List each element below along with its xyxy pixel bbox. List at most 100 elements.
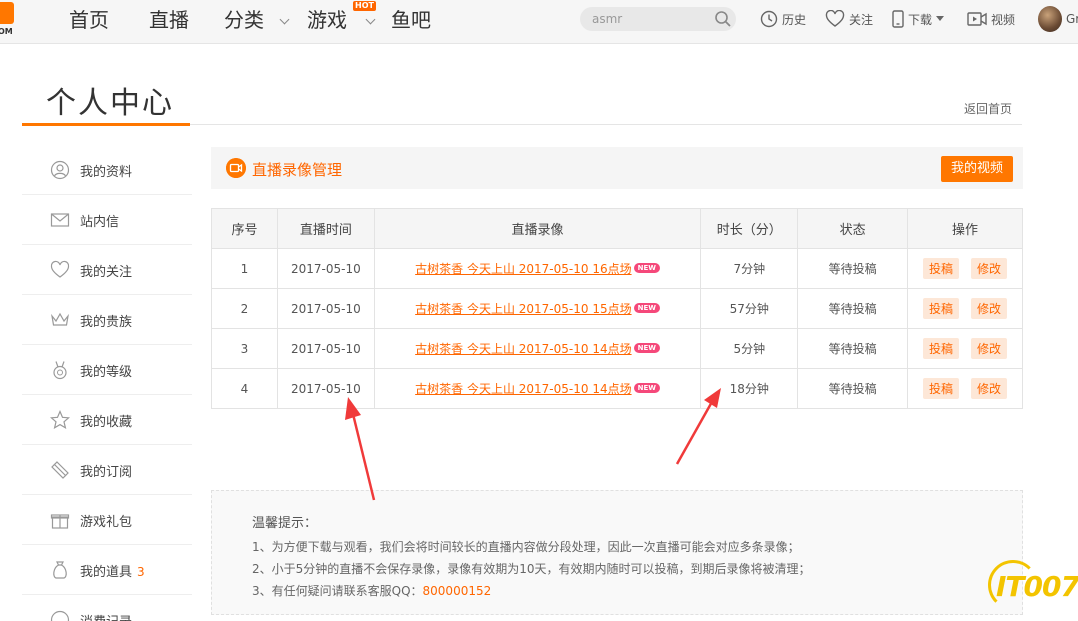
edit-button[interactable]: 修改	[971, 338, 1008, 359]
sidebar-item-level[interactable]: 我的等级	[22, 345, 192, 395]
sidebar-item-nobility[interactable]: 我的贵族	[22, 295, 192, 345]
row-date: 2017-05-10	[276, 288, 375, 329]
header-live-time: 直播时间	[276, 208, 375, 249]
search-input[interactable]	[592, 10, 702, 28]
panel-title: 直播录像管理	[252, 161, 343, 179]
sidebar-item-follows[interactable]: 我的关注	[22, 245, 192, 295]
table-row: 2 2017-05-10 古树茶香 今天上山 2017-05-10 15点场 NE…	[211, 288, 1023, 329]
record-icon	[50, 610, 70, 621]
nav-category[interactable]: 分类	[224, 6, 264, 34]
nav-games[interactable]: 游戏	[307, 6, 347, 34]
video-record-icon	[226, 158, 246, 178]
recording-link[interactable]: 古树茶香 今天上山 2017-05-10 14点场	[415, 342, 631, 356]
edit-button[interactable]: 修改	[971, 298, 1008, 319]
video-label: 视频	[991, 12, 1016, 27]
row-duration: 5分钟	[700, 328, 799, 369]
recording-link[interactable]: 古树茶香 今天上山 2017-05-10 14点场	[415, 382, 631, 396]
bag-icon	[53, 561, 67, 579]
user-icon	[50, 160, 70, 180]
tips-line-3-text: 3、有任何疑问请联系客服QQ：	[252, 584, 423, 598]
title-accent-bar	[22, 123, 190, 126]
row-status: 等待投稿	[797, 368, 909, 409]
star-icon	[50, 410, 70, 430]
submit-button[interactable]: 投稿	[923, 338, 960, 359]
sidebar-item-favorites[interactable]: 我的收藏	[22, 395, 192, 445]
site-logo[interactable]: OM	[0, 0, 14, 44]
row-recording: 古树茶香 今天上山 2017-05-10 15点场 NEW	[373, 288, 702, 329]
download-button[interactable]: 下载	[892, 9, 945, 29]
row-duration: 7分钟	[700, 248, 799, 289]
back-home-link[interactable]: 返回首页	[964, 100, 1012, 117]
video-button[interactable]: 视频	[967, 9, 1015, 29]
submit-button[interactable]: 投稿	[923, 258, 960, 279]
subscribe-icon	[51, 461, 69, 479]
medal-icon	[53, 361, 67, 380]
logo-subtext: OM	[0, 27, 13, 36]
table-row: 4 2017-05-10 古树茶香 今天上山 2017-05-10 14点场 NE…	[211, 368, 1023, 409]
sidebar-item-label: 我的关注	[80, 265, 133, 280]
nav-home[interactable]: 首页	[69, 6, 109, 34]
sidebar-item-profile[interactable]: 我的资料	[22, 145, 192, 195]
header-index: 序号	[211, 208, 278, 249]
user-name[interactable]: Gr	[1066, 12, 1078, 26]
sidebar-item-label: 我的订阅	[80, 465, 133, 480]
history-label: 历史	[782, 12, 807, 27]
follow-button[interactable]: 关注	[825, 9, 873, 29]
row-actions: 投稿 修改	[907, 328, 1023, 369]
support-qq[interactable]: 800000152	[423, 584, 492, 598]
submit-button[interactable]: 投稿	[923, 298, 960, 319]
sidebar-item-label: 消费记录	[80, 611, 132, 621]
header-status: 状态	[797, 208, 909, 249]
my-video-button[interactable]: 我的视频	[941, 156, 1013, 182]
top-navbar: OM 首页 直播 分类 游戏 HOT 鱼吧 历史 关注 下载	[0, 0, 1078, 44]
tips-box: 温馨提示： 1、为方便下载与观看，我们会将时间较长的直播内容做分段处理，因此一次…	[211, 490, 1023, 615]
search-box	[580, 7, 736, 31]
sidebar-item-subscriptions[interactable]: 我的订阅	[22, 445, 192, 495]
recordings-table: 序号 直播时间 直播录像 时长（分） 状态 操作 1 2017-05-10 古树…	[211, 208, 1023, 409]
sidebar-item-props[interactable]: 我的道具 3	[22, 545, 192, 595]
table-row: 3 2017-05-10 古树茶香 今天上山 2017-05-10 14点场 NE…	[211, 328, 1023, 369]
page-title: 个人中心	[46, 86, 174, 121]
heart-icon	[50, 260, 70, 278]
chevron-down-icon[interactable]	[365, 14, 376, 25]
logo-mark	[0, 2, 14, 24]
sidebar: 我的资料 站内信 我的关注 我的贵族 我的等级 我的收藏 我的订阅 游戏礼包 我…	[22, 145, 192, 621]
row-date: 2017-05-10	[276, 328, 375, 369]
history-button[interactable]: 历史	[760, 9, 806, 29]
submit-button[interactable]: 投稿	[923, 378, 960, 399]
mail-icon	[50, 213, 70, 227]
row-recording: 古树茶香 今天上山 2017-05-10 14点场 NEW	[373, 328, 702, 369]
row-status: 等待投稿	[797, 248, 909, 289]
caret-down-icon	[936, 16, 945, 21]
new-badge: NEW	[633, 263, 660, 273]
props-count: 3	[137, 565, 145, 579]
row-date: 2017-05-10	[276, 248, 375, 289]
recording-link[interactable]: 古树茶香 今天上山 2017-05-10 15点场	[415, 302, 631, 316]
tips-line-1: 1、为方便下载与观看，我们会将时间较长的直播内容做分段处理，因此一次直播可能会对…	[252, 540, 800, 554]
header-actions: 操作	[907, 208, 1023, 249]
new-badge: NEW	[633, 383, 660, 393]
sidebar-item-label: 我的贵族	[80, 315, 133, 330]
sidebar-item-messages[interactable]: 站内信	[22, 195, 192, 245]
row-recording: 古树茶香 今天上山 2017-05-10 14点场 NEW	[373, 368, 702, 409]
sidebar-item-spending[interactable]: 消费记录	[22, 595, 192, 621]
avatar[interactable]	[1038, 6, 1062, 32]
video-icon	[967, 12, 987, 26]
sidebar-item-text: 我的道具	[80, 565, 133, 580]
sidebar-item-label: 我的道具 3	[80, 561, 145, 580]
sidebar-item-game-gifts[interactable]: 游戏礼包	[22, 495, 192, 545]
row-index: 1	[211, 248, 278, 289]
nav-fishbar[interactable]: 鱼吧	[391, 6, 431, 34]
recording-link[interactable]: 古树茶香 今天上山 2017-05-10 16点场	[415, 262, 631, 276]
sidebar-item-label: 我的资料	[80, 165, 133, 180]
table-header-row: 序号 直播时间 直播录像 时长（分） 状态 操作	[211, 208, 1023, 249]
new-badge: NEW	[633, 303, 660, 313]
edit-button[interactable]: 修改	[971, 258, 1008, 279]
header-duration: 时长（分）	[700, 208, 799, 249]
sidebar-item-label: 站内信	[80, 215, 120, 230]
search-icon[interactable]	[714, 10, 732, 28]
edit-button[interactable]: 修改	[971, 378, 1008, 399]
nav-live[interactable]: 直播	[149, 6, 189, 34]
chevron-down-icon[interactable]	[279, 14, 290, 25]
heart-icon	[825, 10, 845, 27]
